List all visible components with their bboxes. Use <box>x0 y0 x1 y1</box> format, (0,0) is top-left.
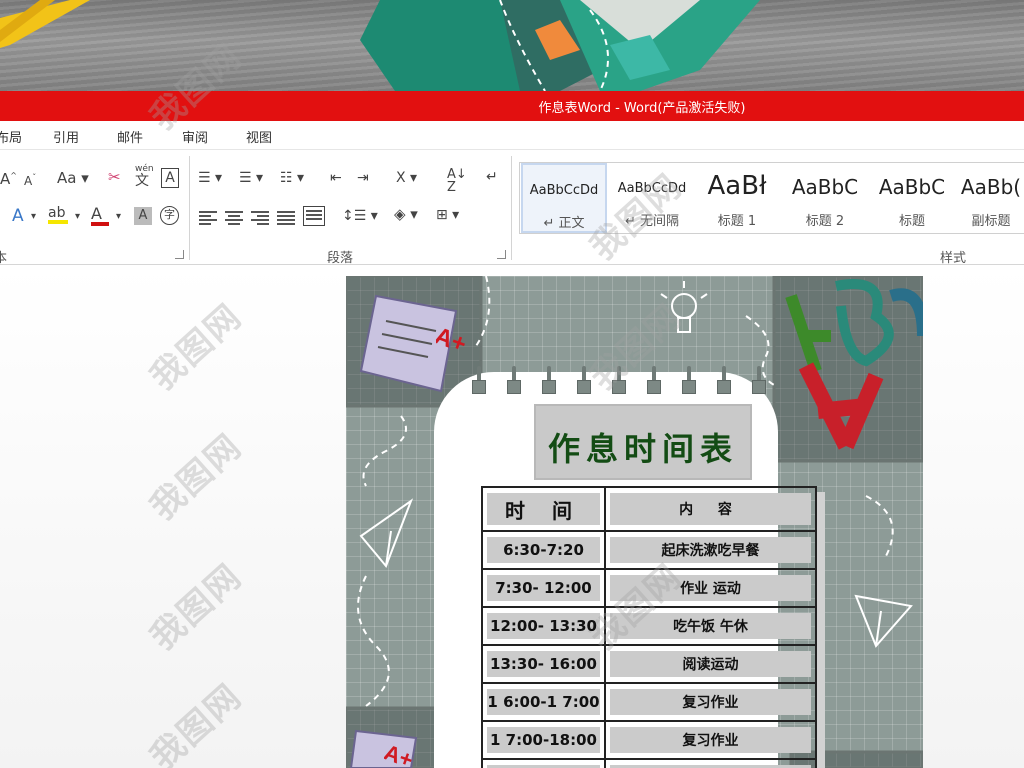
activity-cell[interactable]: 复习作业 <box>606 684 817 720</box>
grade-badge-text: A+ <box>436 322 470 356</box>
grow-font-icon[interactable]: A^ <box>0 172 17 187</box>
paragraph-group-label: 段落 <box>327 251 354 266</box>
binding-ring <box>577 366 591 396</box>
table-header-row: 时 间 内 容 <box>481 488 817 532</box>
style-normal[interactable]: AaBbCcDd ↵ 正文 <box>521 163 607 233</box>
time-cell[interactable]: 13:30- 16:00 <box>481 646 606 682</box>
text-effect-icon[interactable]: A <box>12 208 24 225</box>
enclose-char-icon[interactable]: 字 <box>160 206 179 225</box>
line-spacing-icon[interactable]: ↕☰ ▾ <box>342 209 378 223</box>
distributed-icon[interactable] <box>303 206 325 226</box>
ribbon-tabs: 布局 引用 邮件 审阅 视图 <box>0 121 1024 149</box>
style-no-spacing[interactable]: AaBbCcDd ↵ 无间隔 <box>609 163 695 233</box>
activity-cell[interactable]: 阅读运动 <box>606 646 817 682</box>
time-cell[interactable]: 7:30- 12:00 <box>481 570 606 606</box>
activity-cell[interactable]: 复习作业 <box>606 722 817 758</box>
grade-badge-bottom: A+ <box>384 739 416 768</box>
style-heading-2[interactable]: AaBbC 标题 2 <box>782 163 868 233</box>
show-marks-icon[interactable]: ↵ <box>486 170 498 184</box>
poster-title-box: 作息时间表 <box>534 404 752 480</box>
time-cell[interactable]: 1 6:00-1 7:00 <box>481 684 606 720</box>
table-shadow <box>817 492 825 768</box>
borders-icon[interactable]: ⊞ ▾ <box>436 208 459 222</box>
justify-icon[interactable] <box>277 209 295 227</box>
schedule-table[interactable]: 时 间 内 容 6:30-7:20 起床洗漱吃早餐 7:30- 12:00 作业 运动… <box>481 486 817 768</box>
clear-format-icon[interactable]: ✂ <box>108 170 121 185</box>
font-color-dropdown-icon[interactable]: ▾ <box>116 212 121 222</box>
ribbon: A^ Aˇ Aa ▾ ✂ wén 文 A A ▾ ab ▾ A ▾ A 字 本 ☰… <box>0 149 1024 266</box>
poster-title: 作息时间表 <box>547 430 738 468</box>
tab-references[interactable]: 引用 <box>53 127 79 146</box>
group-divider <box>511 156 512 260</box>
spiral-binding <box>472 366 772 396</box>
style-heading-1[interactable]: AaBł 标题 1 <box>698 163 776 233</box>
tab-review[interactable]: 审阅 <box>182 127 208 146</box>
table-row[interactable]: 13:30- 16:00 阅读运动 <box>481 646 817 684</box>
tab-layout[interactable]: 布局 <box>0 127 22 146</box>
binding-ring <box>752 366 766 396</box>
grade-badge-text: A+ <box>384 739 416 768</box>
desk-photo-background <box>0 0 1024 91</box>
table-header-cell: 时 间 <box>481 488 606 530</box>
table-row[interactable]: 7:30- 12:00 作业 运动 <box>481 570 817 608</box>
numbering-icon[interactable]: ☰ ▾ <box>239 171 263 185</box>
group-divider <box>189 156 190 260</box>
align-right-icon[interactable] <box>251 209 269 227</box>
activity-cell[interactable]: 起床洗漱吃早餐 <box>606 532 817 568</box>
style-subtitle[interactable]: AaBb( 副标题 <box>956 163 1024 233</box>
font-dialog-launcher-icon[interactable] <box>175 250 184 259</box>
multilevel-list-icon[interactable]: ☷ ▾ <box>280 171 304 185</box>
activity-cell[interactable]: 作业 运动 <box>606 570 817 606</box>
align-center-icon[interactable] <box>225 209 243 227</box>
binding-ring <box>507 366 521 396</box>
binding-ring <box>542 366 556 396</box>
table-row[interactable]: 1 6:00-1 7:00 复习作业 <box>481 684 817 722</box>
sort-icon[interactable]: A↓ Z <box>447 168 467 194</box>
binding-ring <box>682 366 696 396</box>
font-group-label: 本 <box>0 251 8 266</box>
increase-indent-icon[interactable]: ⇥ <box>357 171 369 185</box>
table-header-cell: 内 容 <box>606 488 817 530</box>
binding-ring <box>472 366 486 396</box>
decrease-indent-icon[interactable]: ⇤ <box>330 171 342 185</box>
highlight-icon[interactable]: ab <box>48 206 68 224</box>
poster-page[interactable]: A+ A+ 作息时间表 时 间 内 容 6:30-7:20 起床洗漱吃早餐 7:30… <box>346 276 923 768</box>
style-title[interactable]: AaBbC 标题 <box>869 163 955 233</box>
phonetic-guide-icon[interactable]: wén 文 <box>135 165 154 189</box>
shrink-font-icon[interactable]: Aˇ <box>24 174 36 188</box>
styles-gallery: AaBbCcDd ↵ 正文 AaBbCcDd ↵ 无间隔 AaBł 标题 1 A… <box>519 162 1024 234</box>
binding-ring <box>647 366 661 396</box>
paragraph-dialog-launcher-icon[interactable] <box>497 250 506 259</box>
grade-badge-top: A+ <box>436 322 470 356</box>
time-cell[interactable]: 1 8:00-19:00 <box>481 760 606 768</box>
text-effect-dropdown-icon[interactable]: ▾ <box>31 212 36 222</box>
window-title: 作息表Word - Word(产品激活失败) <box>538 100 746 116</box>
highlight-dropdown-icon[interactable]: ▾ <box>75 212 80 222</box>
bullets-icon[interactable]: ☰ ▾ <box>198 171 222 185</box>
activity-cell[interactable]: 晚饭娱乐 <box>606 760 817 768</box>
binding-ring <box>612 366 626 396</box>
align-left-icon[interactable] <box>199 209 217 227</box>
activity-cell[interactable]: 吃午饭 午休 <box>606 608 817 644</box>
shading-icon[interactable]: ◈ ▾ <box>394 207 418 222</box>
table-row[interactable]: 1 7:00-18:00 复习作业 <box>481 722 817 760</box>
tab-mailings[interactable]: 邮件 <box>117 127 143 146</box>
table-row[interactable]: 12:00- 13:30 吃午饭 午休 <box>481 608 817 646</box>
char-border-icon[interactable]: A <box>161 168 179 188</box>
change-case-button[interactable]: Aa ▾ <box>57 171 89 186</box>
desk-decoration <box>0 0 760 91</box>
title-bar: 作息表Word - Word(产品激活失败) <box>0 91 1024 121</box>
styles-group-label: 样式 <box>940 251 967 266</box>
chinese-layout-icon[interactable]: X ▾ <box>396 171 417 185</box>
table-row[interactable]: 6:30-7:20 起床洗漱吃早餐 <box>481 532 817 570</box>
time-cell[interactable]: 1 7:00-18:00 <box>481 722 606 758</box>
time-cell[interactable]: 6:30-7:20 <box>481 532 606 568</box>
time-cell[interactable]: 12:00- 13:30 <box>481 608 606 644</box>
word-window: 作息表Word - Word(产品激活失败) 布局 引用 邮件 审阅 视图 A^… <box>0 0 1024 768</box>
table-row[interactable]: 1 8:00-19:00晚饭娱乐 <box>481 760 817 768</box>
tab-view[interactable]: 视图 <box>246 127 272 146</box>
char-shading-icon[interactable]: A <box>134 207 152 225</box>
font-color-icon[interactable]: A <box>91 206 109 226</box>
binding-ring <box>717 366 731 396</box>
